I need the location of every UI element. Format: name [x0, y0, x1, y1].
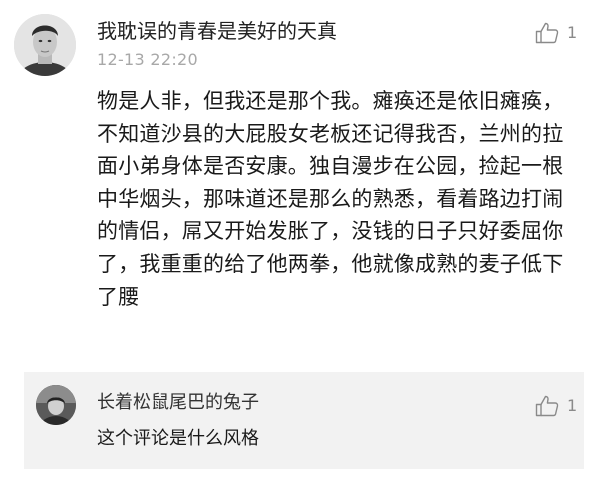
user-portrait-icon [14, 14, 76, 76]
comment-like-count: 1 [567, 23, 578, 42]
comment-body: 物是人非，但我还是那个我。瘫痪还是依旧瘫痪，不知道沙县的大屁股女老板还记得我否，… [97, 89, 564, 309]
thumbs-up-icon [535, 22, 559, 44]
user-portrait-icon [36, 385, 76, 425]
reply-section [24, 372, 584, 469]
reply-text: 这个评论是什么风格 [97, 428, 259, 449]
thumbs-up-icon [535, 395, 559, 417]
comment-username[interactable]: 我耽误的青春是美好的天真 [97, 18, 337, 44]
comment-timestamp: 12-13 22:20 [97, 50, 198, 69]
reply-like-count: 1 [567, 396, 578, 415]
user-avatar[interactable] [14, 14, 76, 76]
comment-card: 我耽误的青春是美好的天真 12-13 22:20 1 物是人非，但我还是那个我。… [0, 0, 600, 372]
reply-username[interactable]: 长着松鼠尾巴的兔子 [97, 392, 259, 414]
reply-like-button[interactable]: 1 [535, 395, 577, 417]
comment-like-button[interactable]: 1 [535, 22, 577, 44]
reply-user-avatar[interactable] [36, 385, 76, 425]
